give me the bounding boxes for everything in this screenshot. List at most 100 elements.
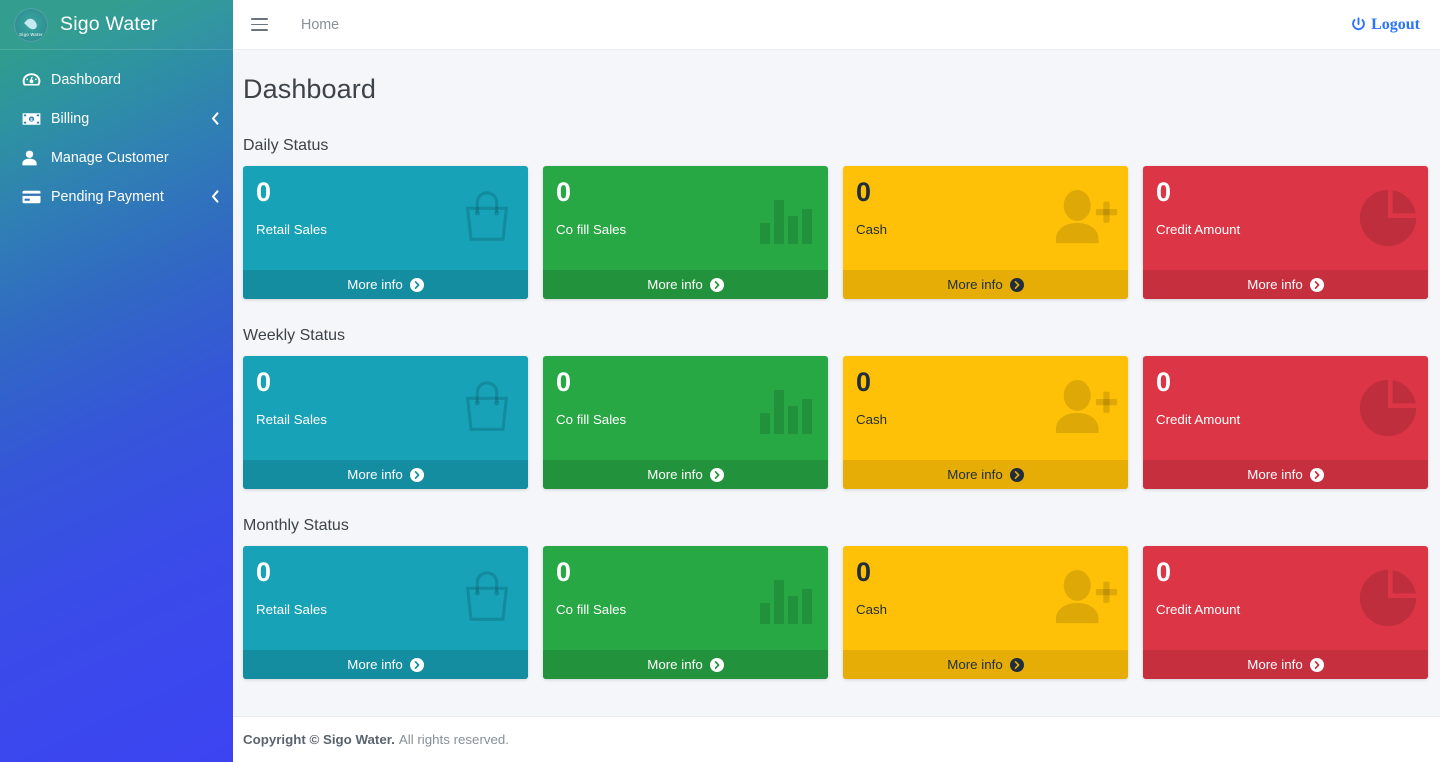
status-card: 0Credit Amount More info (1143, 546, 1428, 679)
sidebar-item-pending-payment[interactable]: Pending Payment (0, 177, 233, 216)
sidebar-item-label: Pending Payment (51, 189, 211, 205)
status-card-body: 0Retail Sales (243, 166, 528, 270)
status-section: Monthly Status0Retail SalesMore info0Co … (233, 517, 1428, 679)
arrow-circle-right-icon (410, 278, 424, 292)
status-card: 0 Co fill Sales More info (543, 356, 828, 489)
section-title: Monthly Status (243, 517, 1428, 535)
more-info-link[interactable]: More info (1143, 460, 1428, 489)
status-card-label: Cash (856, 222, 1115, 237)
section-title: Daily Status (243, 137, 1428, 155)
more-info-label: More info (947, 657, 1002, 672)
money-bill-icon: $ (22, 110, 46, 128)
status-card-value: 0 (856, 178, 1115, 207)
status-card: 0 Credit Amount More info (1143, 166, 1428, 299)
status-card-value: 0 (256, 368, 515, 397)
status-card-label: Credit Amount (1156, 222, 1415, 237)
status-card-body: 0 Co fill Sales (543, 356, 828, 460)
footer-copyright: Copyright © Sigo Water. (243, 732, 395, 747)
power-icon (1351, 17, 1366, 32)
status-card-value: 0 (556, 178, 815, 207)
status-card-row: 0 Retail Sales More info 0 Co fill Sales More… (243, 356, 1428, 489)
status-card: 0Retail Sales More info (243, 166, 528, 299)
more-info-label: More info (947, 467, 1002, 482)
sidebar-item-dashboard[interactable]: Dashboard (0, 60, 233, 99)
logout-label: Logout (1371, 16, 1420, 34)
status-card-value: 0 (556, 368, 815, 397)
arrow-circle-right-icon (1010, 278, 1024, 292)
more-info-link[interactable]: More info (1143, 650, 1428, 679)
more-info-link[interactable]: More info (1143, 270, 1428, 299)
main-area: Home Logout Dashboard Daily Status0Retai… (233, 0, 1440, 762)
status-card: 0 Credit Amount More info (1143, 356, 1428, 489)
status-card-value: 0 (1156, 178, 1415, 207)
sidebar-item-manage-customer[interactable]: Manage Customer (0, 138, 233, 177)
sidebar-item-label: Manage Customer (51, 150, 219, 166)
arrow-circle-right-icon (410, 468, 424, 482)
sidebar-item-billing[interactable]: $ Billing (0, 99, 233, 138)
topbar-home-link[interactable]: Home (301, 17, 339, 33)
more-info-link[interactable]: More info (843, 650, 1128, 679)
status-sections: Daily Status0Retail SalesMore info0Co fi… (233, 137, 1428, 679)
section-title: Weekly Status (243, 327, 1428, 345)
more-info-label: More info (647, 657, 702, 672)
status-card-body: 0 Credit Amount (1143, 356, 1428, 460)
status-card: 0Retail Sales More info (243, 546, 528, 679)
status-card-body: 0Credit Amount (1143, 546, 1428, 650)
sidebar-nav: Dashboard $ Billing (0, 50, 233, 216)
more-info-label: More info (347, 277, 402, 292)
arrow-circle-right-icon (1310, 658, 1324, 672)
status-card-label: Retail Sales (256, 222, 515, 237)
more-info-link[interactable]: More info (543, 650, 828, 679)
more-info-label: More info (647, 467, 702, 482)
status-card-row: 0Retail SalesMore info0Co fill SalesMore… (243, 166, 1428, 299)
arrow-circle-right-icon (1010, 468, 1024, 482)
page-title: Dashboard (233, 50, 1428, 105)
status-card-body: 0Co fill Sales (543, 166, 828, 270)
more-info-link[interactable]: More info (543, 270, 828, 299)
status-card-body: 0Retail Sales (243, 546, 528, 650)
logout-button[interactable]: Logout (1351, 16, 1425, 34)
sidebar-item-label: Billing (51, 111, 211, 127)
status-card: 0 Cash More info (843, 166, 1128, 299)
status-card-label: Cash (856, 412, 1115, 427)
status-card-label: Retail Sales (256, 412, 515, 427)
status-card-value: 0 (1156, 368, 1415, 397)
status-card: 0 Retail Sales More info (243, 356, 528, 489)
chevron-left-icon[interactable] (211, 112, 219, 125)
status-card-value: 0 (556, 558, 815, 587)
brand-header[interactable]: Sigo Water Sigo Water (0, 0, 233, 50)
arrow-circle-right-icon (410, 658, 424, 672)
status-card: 0Cash More info (843, 356, 1128, 489)
water-drop-icon (24, 16, 39, 31)
more-info-link[interactable]: More info (243, 650, 528, 679)
sidebar-item-label: Dashboard (51, 72, 219, 88)
more-info-label: More info (347, 657, 402, 672)
more-info-label: More info (647, 277, 702, 292)
status-card-value: 0 (1156, 558, 1415, 587)
brand-logo-text: Sigo Water (14, 32, 48, 37)
more-info-label: More info (1247, 657, 1302, 672)
tachometer-icon (22, 71, 46, 89)
more-info-label: More info (947, 277, 1002, 292)
status-card: 0Co fill Sales More info (543, 166, 828, 299)
more-info-link[interactable]: More info (543, 460, 828, 489)
brand-title: Sigo Water (60, 13, 158, 36)
chevron-left-icon[interactable] (211, 190, 219, 203)
arrow-circle-right-icon (710, 468, 724, 482)
status-card-body: 0Cash (843, 356, 1128, 460)
status-card-body: 0Cash (843, 546, 1128, 650)
status-card-label: Co fill Sales (556, 412, 815, 427)
more-info-link[interactable]: More info (243, 270, 528, 299)
more-info-label: More info (1247, 277, 1302, 292)
status-card-label: Credit Amount (1156, 412, 1415, 427)
more-info-link[interactable]: More info (843, 460, 1128, 489)
status-card-body: 0 Cash (843, 166, 1128, 270)
status-card-value: 0 (856, 558, 1115, 587)
more-info-link[interactable]: More info (243, 460, 528, 489)
app-root: Sigo Water Sigo Water Dashboard (0, 0, 1440, 762)
brand-logo-icon: Sigo Water (14, 8, 48, 42)
hamburger-icon[interactable] (251, 15, 271, 35)
status-card: 0Cash More info (843, 546, 1128, 679)
more-info-label: More info (1247, 467, 1302, 482)
more-info-link[interactable]: More info (843, 270, 1128, 299)
